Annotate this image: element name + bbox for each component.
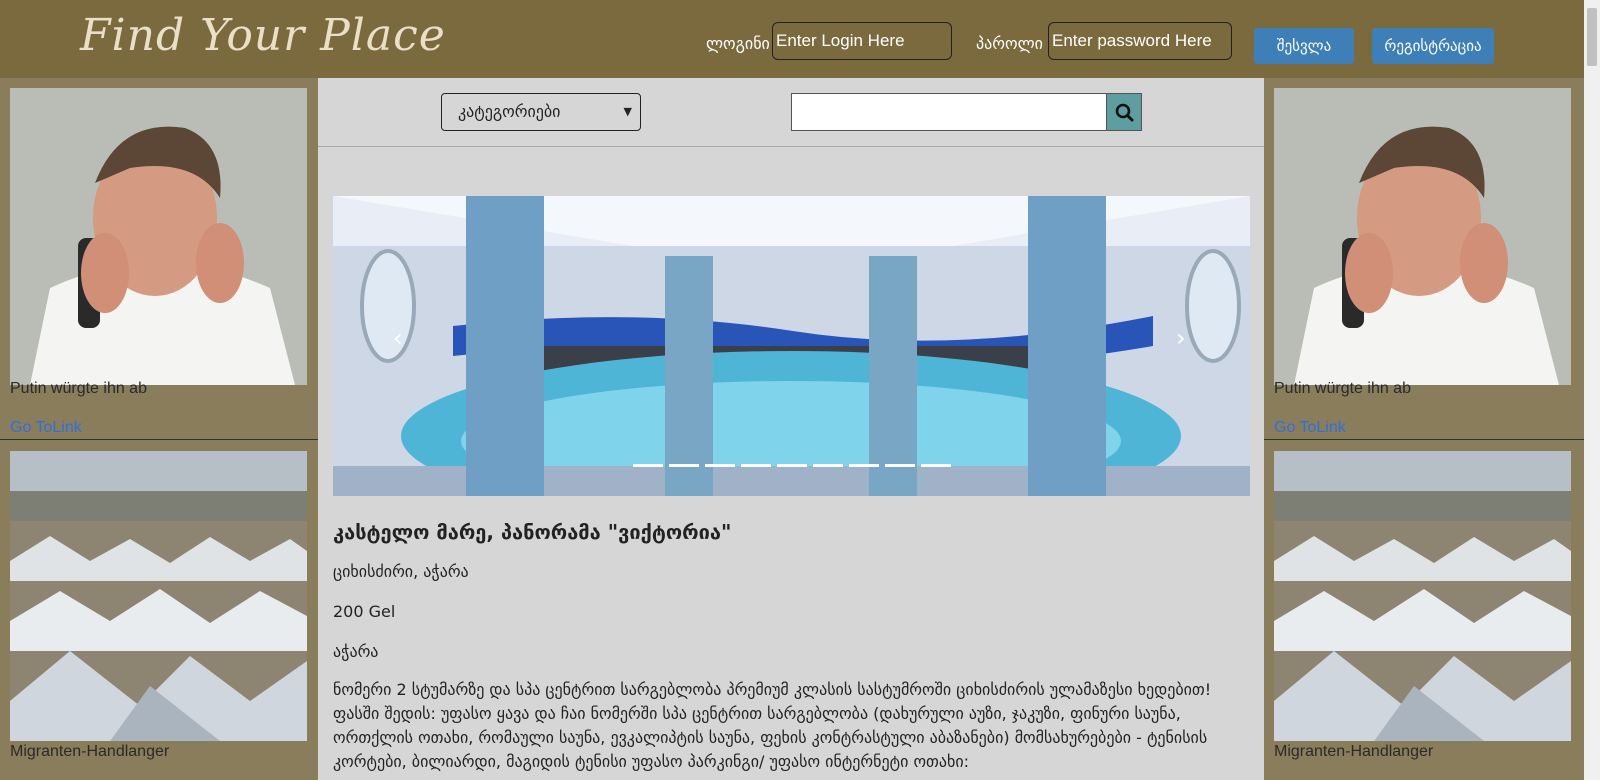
login-label: ლოგინი [706, 34, 770, 53]
listing-description: ნომერი 2 სტუმარზე და სპა ცენტრით სარგებლ… [333, 680, 1212, 771]
carousel-indicator[interactable] [669, 464, 699, 467]
top-header: Find Your Place ლოგინი პაროლი შესვლა რეგ… [0, 0, 1584, 78]
chevron-down-icon: ▼ [623, 105, 632, 118]
carousel-slide-pool-image [333, 196, 1250, 496]
carousel-indicator[interactable] [705, 464, 735, 467]
listing-price: 200 Gel [333, 602, 396, 621]
ad-go-to-link[interactable]: Go ToLink [1274, 419, 1346, 437]
ad-photo-man-on-phone[interactable] [10, 88, 307, 385]
listing-location: ციხისძირი, აჭარა [333, 562, 469, 581]
carousel-indicator[interactable] [777, 464, 807, 467]
login-input[interactable] [772, 22, 952, 60]
page-scrollbar[interactable] [1584, 0, 1600, 780]
ad-photo-tent-camp[interactable] [10, 451, 307, 741]
listing-region: აჭარა [333, 642, 379, 661]
ad-caption: Putin würgte ihn ab [10, 380, 147, 397]
ad-caption: Migranten-Handlanger [10, 743, 170, 760]
carousel-indicator[interactable] [885, 464, 915, 467]
carousel-next-icon[interactable]: › [1176, 324, 1186, 352]
ad-photo-tent-camp[interactable] [1274, 451, 1571, 741]
ad-caption: Migranten-Handlanger [1274, 743, 1434, 760]
carousel-prev-icon[interactable]: ‹ [393, 324, 403, 352]
search-button[interactable] [1106, 93, 1142, 131]
password-label: პაროლი [976, 34, 1043, 53]
carousel-indicator[interactable] [849, 464, 879, 467]
ad-photo-man-on-phone[interactable] [1274, 88, 1571, 385]
listing-title: კასტელო მარე, პანორამა "ვიქტორია" [333, 520, 732, 544]
password-input[interactable] [1048, 22, 1232, 60]
search-icon [1115, 103, 1134, 122]
ad-divider [1264, 439, 1584, 440]
category-select-value: კატეგორიები [458, 102, 561, 121]
ad-go-to-link[interactable]: Go ToLink [10, 419, 82, 437]
ad-divider [0, 439, 318, 440]
register-button[interactable]: რეგისტრაცია [1372, 28, 1494, 64]
search-input[interactable] [791, 93, 1108, 131]
carousel-indicator[interactable] [741, 464, 771, 467]
main-content: კატეგორიები ▼ ‹ › კასტელო მარე, პანორამა… [318, 78, 1264, 780]
carousel-indicator[interactable] [633, 464, 663, 467]
category-select[interactable]: კატეგორიები ▼ [441, 93, 641, 131]
site-logo[interactable]: Find Your Place [80, 10, 446, 61]
ad-caption: Putin würgte ihn ab [1274, 380, 1411, 397]
carousel-indicator[interactable] [813, 464, 843, 467]
filter-toolbar: კატეგორიები ▼ [318, 78, 1264, 147]
signin-button[interactable]: შესვლა [1254, 28, 1354, 64]
carousel-indicator[interactable] [921, 464, 951, 467]
image-carousel[interactable]: ‹ › [333, 196, 1250, 496]
scrollbar-thumb[interactable] [1587, 8, 1597, 66]
